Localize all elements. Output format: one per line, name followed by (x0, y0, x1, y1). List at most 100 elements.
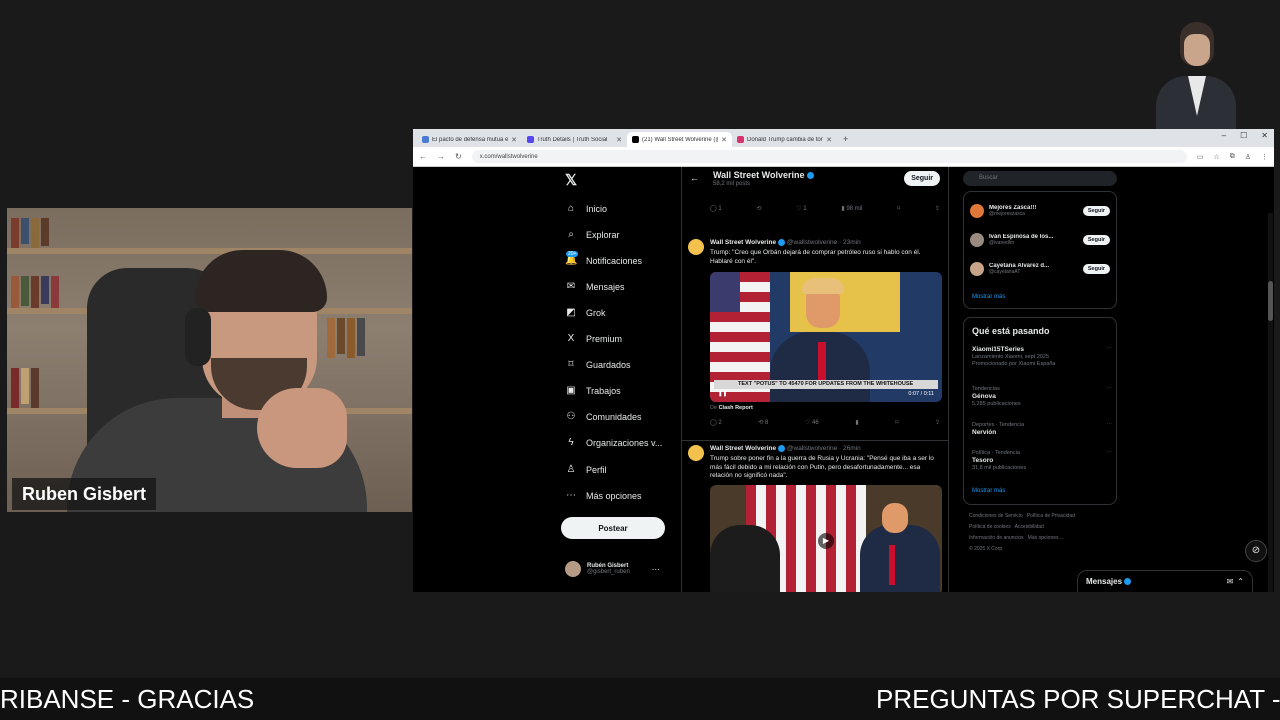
extensions-icon[interactable]: ⧉ (1230, 153, 1235, 161)
people-icon: ⚇ (566, 411, 576, 422)
scrollbar[interactable] (1268, 213, 1273, 592)
verified-icon (778, 445, 786, 452)
share-icon[interactable]: ⇪ (935, 205, 940, 212)
grok-icon[interactable]: ⊘ (1245, 540, 1267, 562)
pause-icon[interactable]: ❚❚ (718, 391, 727, 400)
trend-item[interactable]: Deportes · Tendencia Nervión ⋯ (972, 422, 1112, 437)
more-icon[interactable]: ⋯ (1107, 386, 1113, 393)
like-icon[interactable]: ♡ 1 (796, 205, 806, 212)
tweet-video[interactable]: TEXT "POTUS" TO 45470 FOR UPDATES FROM T… (710, 272, 942, 402)
nav-label: Guardados (586, 359, 631, 370)
profile-header: ← Wall Street Wolverine 58,2 mil posts S… (682, 167, 948, 195)
follow-button[interactable]: Seguir (1082, 206, 1110, 216)
suggested-account[interactable]: Cayetana Álvarez d... @cayetanaAT Seguir (970, 262, 1110, 276)
tweet-author[interactable]: Wall Street Wolverine (710, 445, 776, 452)
nav-item[interactable]: 🔔 20+ Notificaciones (565, 251, 642, 266)
tab-label: El pacto de defensa mutua ent (432, 136, 509, 143)
views-icon[interactable]: ▮ 98 mil (841, 205, 862, 212)
avatar[interactable] (688, 445, 704, 461)
trend-item[interactable]: Tendencias Génova 5.285 publicaciones ⋯ (972, 386, 1112, 408)
forward-icon[interactable]: → (437, 152, 445, 161)
share-icon[interactable]: ⇪ (935, 419, 940, 426)
repost-icon[interactable]: ⟲ (756, 205, 761, 212)
trend-item[interactable]: Xiaomi15TSeries Lanzamiento Xiaomi, sept … (972, 346, 1112, 368)
url-input[interactable]: x.com/wallstwolverine (471, 150, 1187, 163)
follow-button[interactable]: Seguir (904, 171, 940, 186)
compose-message-icon[interactable]: ✉ (1227, 577, 1234, 586)
footer-link[interactable]: Información de anuncios (969, 535, 1023, 541)
footer-link[interactable]: Política de cookies (969, 524, 1011, 530)
show-more-link[interactable]: Mostrar más (972, 488, 1005, 494)
browser-tab[interactable]: El pacto de defensa mutua ent ✕ (417, 132, 522, 147)
nav-item[interactable]: ♙ Perfil (565, 464, 607, 475)
nav-item[interactable]: ϟ Organizaciones v... (565, 437, 662, 448)
nav-item[interactable]: ✉ Mensajes (565, 281, 625, 292)
play-icon[interactable]: ▶ (818, 533, 834, 549)
maximize-icon[interactable]: ☐ (1240, 131, 1247, 140)
profile-icon[interactable]: ♙ (1245, 153, 1251, 161)
more-icon[interactable]: ⋯ (1107, 422, 1113, 429)
reload-icon[interactable]: ↻ (455, 152, 462, 161)
browser-tab[interactable]: Donald Trump cambia de tono ✕ (732, 132, 837, 147)
nav-item[interactable]: ⌂ Inicio (565, 203, 607, 214)
footer-link[interactable]: Más opciones ... (1028, 535, 1064, 541)
tweet-author[interactable]: Wall Street Wolverine (710, 239, 776, 246)
close-tab-icon[interactable]: ✕ (826, 136, 832, 144)
nav-item[interactable]: ⌕ Explorar (565, 229, 619, 240)
more-icon[interactable]: ⋯ (1107, 450, 1113, 457)
reply-icon[interactable]: ◯ 1 (710, 205, 722, 212)
more-icon[interactable]: ⋯ (1107, 346, 1113, 353)
who-to-follow-panel: Mejores Zasca!!! @mejoreszasca Seguir Iván… (963, 191, 1117, 309)
like-icon[interactable]: ♡ 46 (805, 419, 819, 426)
nav-item[interactable]: ⌑ Guardados (565, 359, 631, 370)
bookmark-icon[interactable]: ⌑ (897, 205, 900, 212)
reply-icon[interactable]: ◯ 2 (710, 419, 722, 426)
messages-drawer[interactable]: Mensajes ✉ ⌃ (1077, 570, 1253, 592)
back-arrow-icon[interactable]: ← (690, 173, 699, 183)
views-icon[interactable]: ▮ (855, 419, 858, 426)
bookmark-icon[interactable]: ⌑ (895, 419, 898, 426)
expand-icon[interactable]: ⌃ (1237, 577, 1244, 586)
repost-icon[interactable]: ⟲ 8 (758, 419, 768, 426)
footer-link[interactable]: Accesibilidad (1015, 524, 1044, 530)
footer-link[interactable]: Política de Privacidad (1027, 513, 1075, 519)
nav-item[interactable]: ⚇ Comunidades (565, 411, 642, 422)
profile-title: Wall Street Wolverine (713, 170, 805, 180)
back-icon[interactable]: ← (419, 152, 427, 161)
video-caption: TEXT "POTUS" TO 45470 FOR UPDATES FROM T… (714, 380, 938, 389)
account-switcher[interactable]: Rubén Gisbert @gisbert_ruben ⋯ (565, 561, 660, 577)
tweet[interactable]: Wall Street Wolverine @wallstwolverine ·… (682, 440, 948, 592)
footer-link[interactable]: Condiciones de Servicio (969, 513, 1023, 519)
trend-item[interactable]: Política · Tendencia Tesoro 31,8 mil publi… (972, 450, 1112, 472)
nav-item[interactable]: X Premium (565, 333, 622, 344)
cast-icon[interactable]: ▭ (1197, 153, 1204, 161)
avatar[interactable] (688, 239, 704, 255)
follow-button[interactable]: Seguir (1082, 264, 1110, 274)
close-tab-icon[interactable]: ✕ (721, 136, 727, 144)
post-button[interactable]: Postear (561, 517, 665, 539)
nav-item[interactable]: ◩ Grok (565, 307, 605, 318)
new-tab-icon[interactable]: + (837, 132, 854, 147)
nav-item[interactable]: ⋯ Más opciones (565, 490, 642, 501)
show-more-link[interactable]: Mostrar más (972, 294, 1005, 300)
x-logo-icon[interactable]: 𝕏 (565, 171, 577, 189)
verified-icon (806, 172, 814, 180)
search-input[interactable]: Buscar (963, 171, 1117, 186)
minimize-icon[interactable]: – (1222, 131, 1226, 140)
menu-icon[interactable]: ⋮ (1261, 153, 1268, 161)
verified-icon (1124, 578, 1132, 586)
close-tab-icon[interactable]: ✕ (616, 136, 622, 144)
post-count: 58,2 mil posts (713, 181, 751, 187)
close-tab-icon[interactable]: ✕ (511, 136, 517, 144)
follow-button[interactable]: Seguir (1082, 235, 1110, 245)
close-window-icon[interactable]: ✕ (1261, 131, 1268, 140)
ticker-text-right: PREGUNTAS POR SUPERCHAT - (876, 684, 1280, 714)
nav-item[interactable]: ▣ Trabajos (565, 385, 620, 396)
suggested-account[interactable]: Mejores Zasca!!! @mejoreszasca Seguir (970, 204, 1110, 218)
browser-tab-active[interactable]: (21) Wall Street Wolverine (@w ✕ (627, 132, 732, 147)
star-icon[interactable]: ☆ (1213, 153, 1219, 161)
suggested-account[interactable]: Iván Espinosa de los... @ivanedlm Seguir (970, 233, 1110, 247)
browser-tab[interactable]: Truth Details | Truth Social ✕ (522, 132, 627, 147)
tweet-video[interactable]: ▶ (710, 485, 942, 592)
more-icon[interactable]: ⋯ (652, 565, 660, 574)
